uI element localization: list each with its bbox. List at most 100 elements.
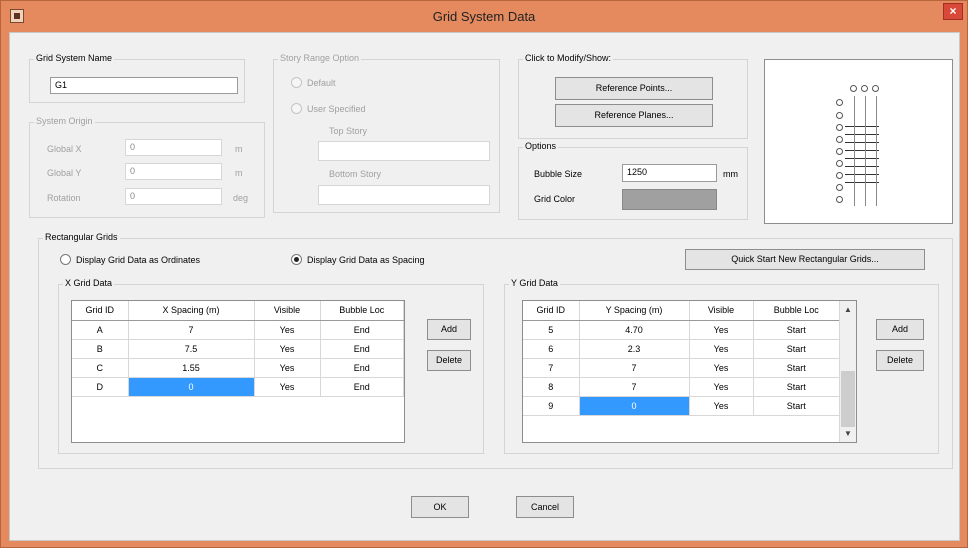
reference-points-button[interactable]: Reference Points... xyxy=(555,77,713,100)
reference-planes-button[interactable]: Reference Planes... xyxy=(555,104,713,127)
grid-id-cell[interactable]: 7 xyxy=(523,358,580,378)
bubble-size-input[interactable]: 1250 xyxy=(622,164,717,182)
bubble-loc-cell[interactable]: End xyxy=(320,339,404,359)
default-radio-label: Default xyxy=(307,78,336,88)
column-header[interactable]: Visible xyxy=(689,301,754,321)
preview-line xyxy=(854,96,855,206)
x-grid-table[interactable]: Grid ID X Spacing (m) Visible Bubble Loc… xyxy=(71,300,405,443)
table-row[interactable]: 9 0 Yes Start xyxy=(523,396,840,416)
user-specified-radio[interactable] xyxy=(291,103,302,114)
grid-id-cell[interactable]: 8 xyxy=(523,377,580,397)
story-range-label: Story Range Option xyxy=(278,53,362,63)
ordinates-radio[interactable] xyxy=(60,254,71,265)
spacing-cell[interactable]: 1.55 xyxy=(128,358,255,378)
spacing-cell[interactable]: 7.5 xyxy=(128,339,255,359)
spacing-cell[interactable]: 2.3 xyxy=(579,339,690,359)
system-origin-label: System Origin xyxy=(34,116,95,126)
visible-cell[interactable]: Yes xyxy=(254,358,321,378)
bubble-loc-cell[interactable]: Start xyxy=(753,320,840,340)
spacing-cell[interactable]: 4.70 xyxy=(579,320,690,340)
x-delete-button[interactable]: Delete xyxy=(427,350,471,371)
bubble-size-label: Bubble Size xyxy=(534,169,583,179)
spacing-cell[interactable]: 7 xyxy=(128,320,255,340)
preview-bubble xyxy=(836,136,843,143)
column-header[interactable]: Grid ID xyxy=(72,301,129,321)
spacing-radio[interactable] xyxy=(291,254,302,265)
table-row[interactable]: 8 7 Yes Start xyxy=(523,377,840,397)
grid-id-cell[interactable]: 9 xyxy=(523,396,580,416)
table-row[interactable]: A 7 Yes End xyxy=(72,320,404,340)
preview-bubble xyxy=(836,112,843,119)
grid-system-name-label: Grid System Name xyxy=(34,53,115,63)
title-bar[interactable]: Grid System Data × xyxy=(1,1,967,32)
y-add-button[interactable]: Add xyxy=(876,319,924,340)
visible-cell[interactable]: Yes xyxy=(689,320,754,340)
visible-cell[interactable]: Yes xyxy=(254,339,321,359)
x-add-button[interactable]: Add xyxy=(427,319,471,340)
table-row[interactable]: 6 2.3 Yes Start xyxy=(523,339,840,359)
visible-cell[interactable]: Yes xyxy=(689,377,754,397)
grid-id-cell[interactable]: D xyxy=(72,377,129,397)
cancel-button[interactable]: Cancel xyxy=(516,496,574,518)
grid-id-cell[interactable]: 5 xyxy=(523,320,580,340)
bubble-loc-cell[interactable]: End xyxy=(320,377,404,397)
preview-line xyxy=(845,166,879,167)
top-story-input[interactable] xyxy=(318,141,490,161)
grid-id-cell[interactable]: B xyxy=(72,339,129,359)
scroll-thumb[interactable] xyxy=(841,371,855,427)
preview-line xyxy=(845,158,879,159)
preview-bubble xyxy=(836,160,843,167)
bubble-loc-cell[interactable]: Start xyxy=(753,377,840,397)
y-grid-table[interactable]: Grid ID Y Spacing (m) Visible Bubble Loc… xyxy=(522,300,857,443)
global-x-input[interactable]: 0 xyxy=(125,139,222,156)
column-header[interactable]: Bubble Loc xyxy=(753,301,840,321)
ordinates-label: Display Grid Data as Ordinates xyxy=(76,255,201,265)
dialog-body: Grid System Name G1 System Origin Global… xyxy=(9,32,960,541)
bubble-loc-cell[interactable]: Start xyxy=(753,339,840,359)
y-delete-button[interactable]: Delete xyxy=(876,350,924,371)
rotation-input[interactable]: 0 xyxy=(125,188,222,205)
table-row[interactable]: 7 7 Yes Start xyxy=(523,358,840,378)
table-row[interactable]: D 0 Yes End xyxy=(72,377,404,397)
bubble-loc-cell[interactable]: Start xyxy=(753,358,840,378)
bottom-story-input[interactable] xyxy=(318,185,490,205)
global-x-label: Global X xyxy=(47,144,82,154)
quick-start-button[interactable]: Quick Start New Rectangular Grids... xyxy=(685,249,925,270)
column-header[interactable]: Visible xyxy=(254,301,321,321)
visible-cell[interactable]: Yes xyxy=(689,339,754,359)
grid-id-cell[interactable]: C xyxy=(72,358,129,378)
grid-id-cell[interactable]: A xyxy=(72,320,129,340)
grid-color-swatch[interactable] xyxy=(622,189,717,210)
column-header[interactable]: Bubble Loc xyxy=(320,301,404,321)
scroll-down-icon[interactable]: ▼ xyxy=(840,425,856,442)
table-row[interactable]: C 1.55 Yes End xyxy=(72,358,404,378)
column-header[interactable]: X Spacing (m) xyxy=(128,301,255,321)
visible-cell[interactable]: Yes xyxy=(689,396,754,416)
spacing-cell-selected[interactable]: 0 xyxy=(128,377,255,397)
visible-cell[interactable]: Yes xyxy=(689,358,754,378)
spacing-cell[interactable]: 7 xyxy=(579,377,690,397)
table-row[interactable]: B 7.5 Yes End xyxy=(72,339,404,359)
visible-cell[interactable]: Yes xyxy=(254,377,321,397)
dialog-window: Grid System Data × Grid System Name G1 S… xyxy=(0,0,968,548)
column-header[interactable]: Y Spacing (m) xyxy=(579,301,690,321)
grid-system-name-input[interactable]: G1 xyxy=(50,77,238,94)
default-radio[interactable] xyxy=(291,77,302,88)
global-y-input[interactable]: 0 xyxy=(125,163,222,180)
ok-button[interactable]: OK xyxy=(411,496,469,518)
spacing-label: Display Grid Data as Spacing xyxy=(307,255,425,265)
bubble-loc-cell[interactable]: Start xyxy=(753,396,840,416)
bubble-loc-cell[interactable]: End xyxy=(320,358,404,378)
visible-cell[interactable]: Yes xyxy=(254,320,321,340)
close-button[interactable]: × xyxy=(943,3,963,20)
preview-bubble xyxy=(861,85,868,92)
table-row[interactable]: 5 4.70 Yes Start xyxy=(523,320,840,340)
spacing-cell[interactable]: 7 xyxy=(579,358,690,378)
preview-bubble xyxy=(850,85,857,92)
scroll-up-icon[interactable]: ▲ xyxy=(840,301,856,318)
column-header[interactable]: Grid ID xyxy=(523,301,580,321)
grid-id-cell[interactable]: 6 xyxy=(523,339,580,359)
spacing-cell-selected[interactable]: 0 xyxy=(579,396,690,416)
y-grid-scrollbar[interactable]: ▲ ▼ xyxy=(839,301,856,442)
bubble-loc-cell[interactable]: End xyxy=(320,320,404,340)
